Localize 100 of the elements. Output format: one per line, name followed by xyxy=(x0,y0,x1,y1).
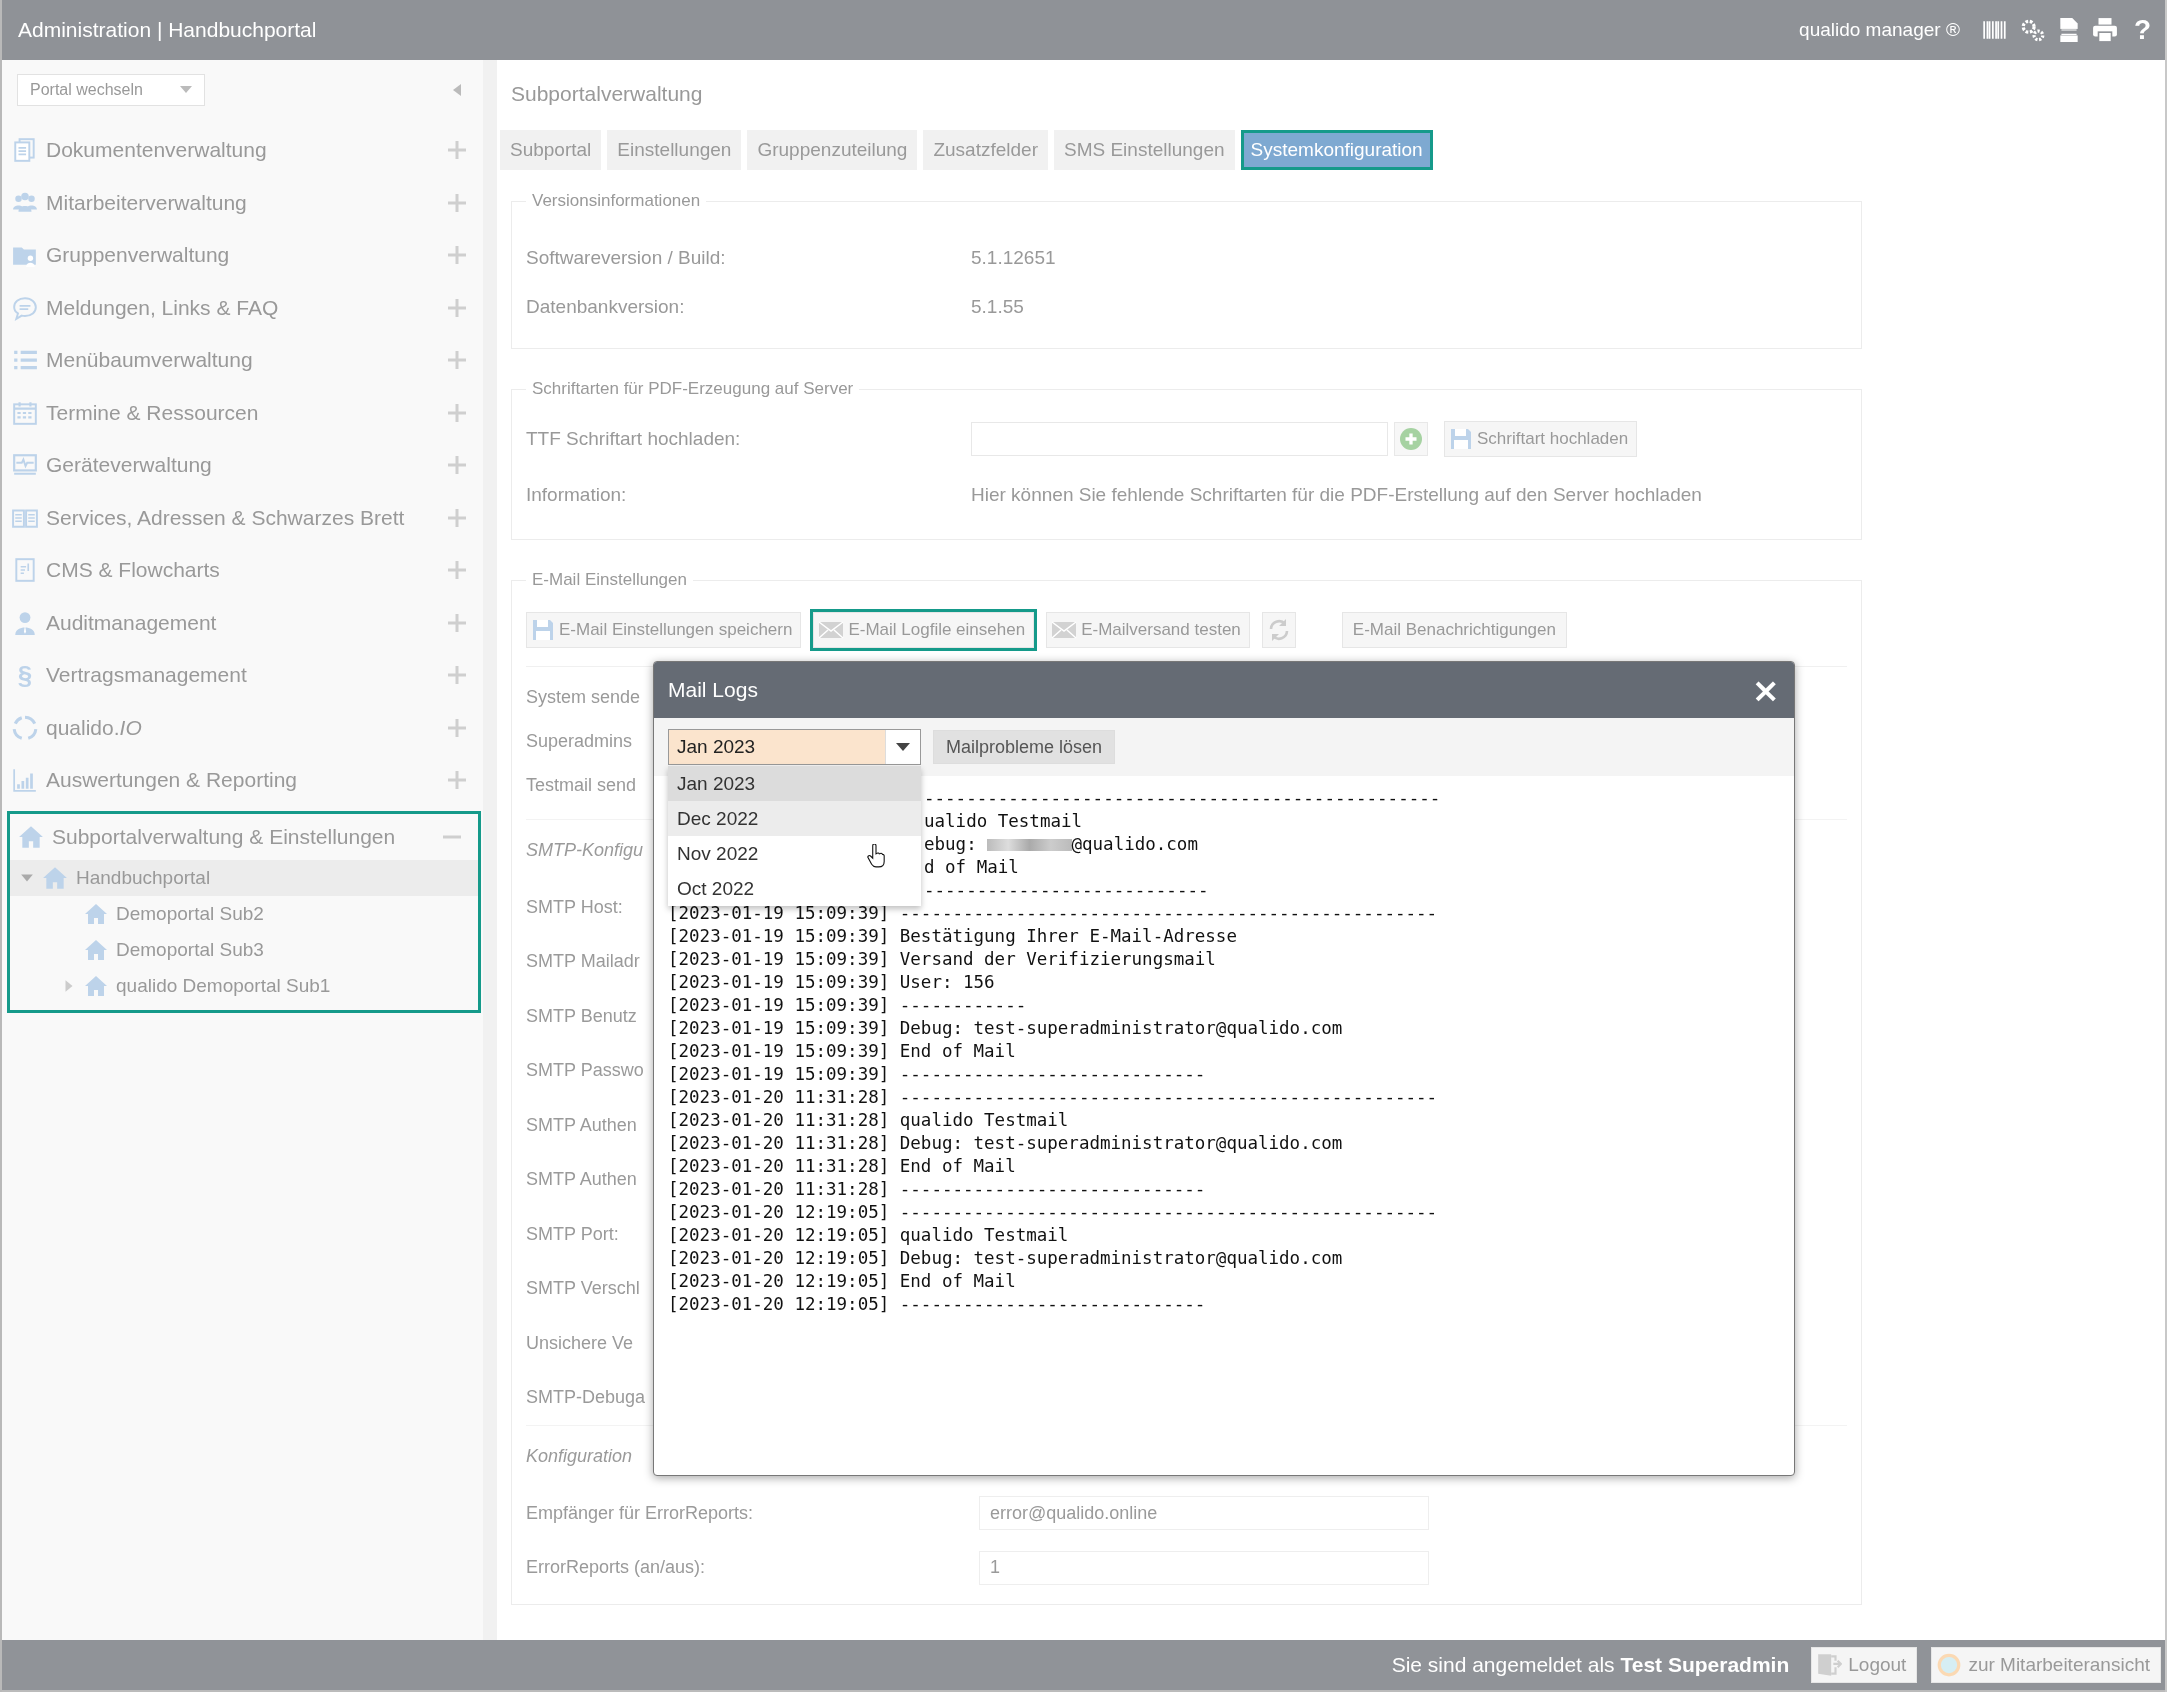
notifications-button[interactable]: E-Mail Benachrichtigungen xyxy=(1341,612,1567,648)
window-title: Administration | Handbuchportal xyxy=(18,18,318,42)
log-line: [2023-01-20 11:31:28] --------------------------------------------------- xyxy=(668,1086,1438,1109)
bar-chart-icon xyxy=(12,767,38,794)
sidebar-item-label[interactable]: Dokumentenverwaltung xyxy=(46,138,447,163)
month-select[interactable]: Jan 2023 xyxy=(668,729,921,765)
plus-icon[interactable] xyxy=(447,612,467,633)
speech-bubble-icon xyxy=(12,294,38,321)
section-legend: Versionsinformationen xyxy=(526,191,707,211)
plus-icon[interactable] xyxy=(447,350,467,371)
plus-icon[interactable] xyxy=(447,455,467,476)
circle-icon xyxy=(1936,1652,1963,1678)
plus-icon[interactable] xyxy=(447,245,467,266)
log-line: [2023-01-19 15:09:39] End of Mail xyxy=(668,1040,1016,1063)
field-value: 5.1.12651 xyxy=(971,246,1056,269)
sidebar-item-label[interactable]: Gruppenverwaltung xyxy=(46,243,447,268)
plus-icon[interactable] xyxy=(447,507,467,528)
printer-icon[interactable] xyxy=(2091,17,2118,43)
field-label: Softwareversion / Build: xyxy=(526,246,727,269)
plus-icon[interactable] xyxy=(447,140,467,161)
sidebar-item-label[interactable]: qualido.IO xyxy=(46,715,447,740)
log-line: [2023-01-19 15:09:39] User: 156 xyxy=(668,971,995,994)
sidebar-item-label[interactable]: Services, Adressen & Schwarzes Brett xyxy=(46,505,447,530)
calendar-icon xyxy=(12,399,38,426)
section-legend: E-Mail Einstellungen xyxy=(526,570,693,590)
log-line: [2023-01-19 15:09:39] Versand der Verifizierungsmail xyxy=(668,948,1216,971)
tree-item[interactable]: Demoportal Sub3 xyxy=(116,938,264,961)
mail-button[interactable]: E-Mail Logfile einsehen xyxy=(813,612,1035,648)
log-line: ebug: @qualido.com xyxy=(924,833,1198,856)
field-label: System sende xyxy=(526,686,641,708)
log-line: [2023-01-19 15:09:39] ----------------------------- xyxy=(668,1063,1206,1086)
log-line: [2023-01-19 15:09:39] Bestätigung Ihrer E-Mail-Adresse xyxy=(668,925,1237,948)
help-icon[interactable]: ? xyxy=(2133,14,2151,46)
tree-item[interactable]: Handbuchportal xyxy=(76,866,211,889)
barcode-icon[interactable] xyxy=(1981,19,2008,41)
door-exit-icon xyxy=(1816,1652,1843,1678)
subsection-heading: Konfiguration xyxy=(526,1445,633,1467)
sidebar-item-label[interactable]: Geräteverwaltung xyxy=(46,453,447,478)
log-line: [2023-01-20 11:31:28] qualido Testmail xyxy=(668,1109,1069,1132)
tree-item[interactable]: Demoportal Sub2 xyxy=(116,902,264,925)
plus-icon[interactable] xyxy=(447,717,467,738)
field-label: SMTP Verschl xyxy=(526,1278,640,1300)
plus-icon[interactable] xyxy=(447,560,467,581)
sidebar-item-label[interactable]: Menübaumverwaltung xyxy=(46,348,447,373)
mail-button[interactable]: E-Mailversand testen xyxy=(1046,612,1250,648)
sidebar-item-label[interactable]: Termine & Ressourcen xyxy=(46,400,447,425)
sidebar-item-label[interactable]: Auditmanagement xyxy=(46,610,447,635)
input-field[interactable]: 1 xyxy=(979,1550,1429,1585)
save-button[interactable]: E-Mail Einstellungen speichern xyxy=(526,612,802,648)
log-line: [2023-01-19 15:09:39] Debug: test-superadministrator@qualido.com xyxy=(668,1017,1343,1040)
tab[interactable]: Systemkonfiguration xyxy=(1240,130,1433,170)
tab[interactable]: Gruppenzuteilung xyxy=(747,130,918,170)
house-icon xyxy=(84,973,108,998)
plus-icon[interactable] xyxy=(447,402,467,423)
field-label: Testmail send xyxy=(526,774,637,796)
tab[interactable]: Subportal xyxy=(500,130,602,170)
log-line: --------------------------- xyxy=(924,879,1209,902)
employee-view-button[interactable]: zur Mitarbeiteransicht xyxy=(1931,1647,2161,1683)
field-label: Information: xyxy=(526,484,628,506)
plus-icon[interactable] xyxy=(447,665,467,686)
close-button[interactable]: × xyxy=(1751,673,1780,707)
tab[interactable]: Zusatzfelder xyxy=(923,130,1048,170)
logout-button[interactable]: Logout xyxy=(1811,1647,1918,1683)
add-button[interactable] xyxy=(1394,422,1428,456)
tree-item[interactable]: qualido Demoportal Sub1 xyxy=(116,974,331,997)
input-field[interactable]: error@qualido.online xyxy=(979,1496,1429,1531)
plus-icon[interactable] xyxy=(447,770,467,791)
tab[interactable]: Einstellungen xyxy=(607,130,742,170)
login-status: Sie sind angemeldet als Test Superadmin xyxy=(1391,1653,1790,1677)
subsection-heading: SMTP-Konfigu xyxy=(526,839,644,861)
log-line: [2023-01-20 12:19:05] qualido Testmail xyxy=(668,1224,1069,1247)
sidebar-item-label[interactable]: Auswertungen & Reporting xyxy=(46,768,447,793)
sidebar-item-label[interactable]: Meldungen, Links & FAQ xyxy=(46,295,447,320)
field-label: ErrorReports (an/aus): xyxy=(526,1557,706,1579)
section-legend: Schriftarten für PDF-Erzeugung auf Server xyxy=(526,379,860,399)
plus-icon[interactable] xyxy=(447,297,467,318)
field-label: SMTP Authen xyxy=(526,1114,637,1136)
log-line: [2023-01-20 12:19:05] --------------------------------------------------- xyxy=(668,1201,1438,1224)
log-line: [2023-01-20 12:19:05] ----------------------------- xyxy=(668,1293,1206,1316)
dropdown-option[interactable]: Jan 2023 xyxy=(668,766,921,801)
sidebar-item-label[interactable]: Mitarbeiterverwaltung xyxy=(46,190,447,215)
info-text: Hier können Sie fehlende Schriftarten für die PDF-Erstellung auf den Server hochladen xyxy=(971,484,1702,506)
dropdown-option[interactable]: Nov 2022 xyxy=(668,836,921,871)
refresh-button[interactable] xyxy=(1261,612,1296,648)
fix-mail-button[interactable]: Mailprobleme lösen xyxy=(933,730,1116,764)
field-label: SMTP Authen xyxy=(526,1169,637,1191)
log-line: d of Mail xyxy=(924,856,1019,879)
tab[interactable]: SMS Einstellungen xyxy=(1054,130,1235,170)
field-value: 5.1.55 xyxy=(971,295,1024,318)
field-label: SMTP-Debuga xyxy=(526,1387,646,1409)
sidebar-item-label[interactable]: CMS & Flowcharts xyxy=(46,558,447,583)
upload-button[interactable]: Schriftart hochladen xyxy=(1444,421,1638,457)
caret-down-icon xyxy=(896,743,910,751)
collapse-icon[interactable] xyxy=(453,84,461,96)
portal-select[interactable]: Portal wechseln xyxy=(17,74,205,106)
dialog-title: Mail Logs xyxy=(668,678,758,702)
sidebar-item-label[interactable]: Vertragsmanagement xyxy=(46,663,447,688)
plus-icon[interactable] xyxy=(447,192,467,213)
dropdown-option[interactable]: Dec 2022 xyxy=(668,801,921,836)
sidebar-item-label[interactable]: Subportalverwaltung & Einstellungen xyxy=(52,824,442,849)
